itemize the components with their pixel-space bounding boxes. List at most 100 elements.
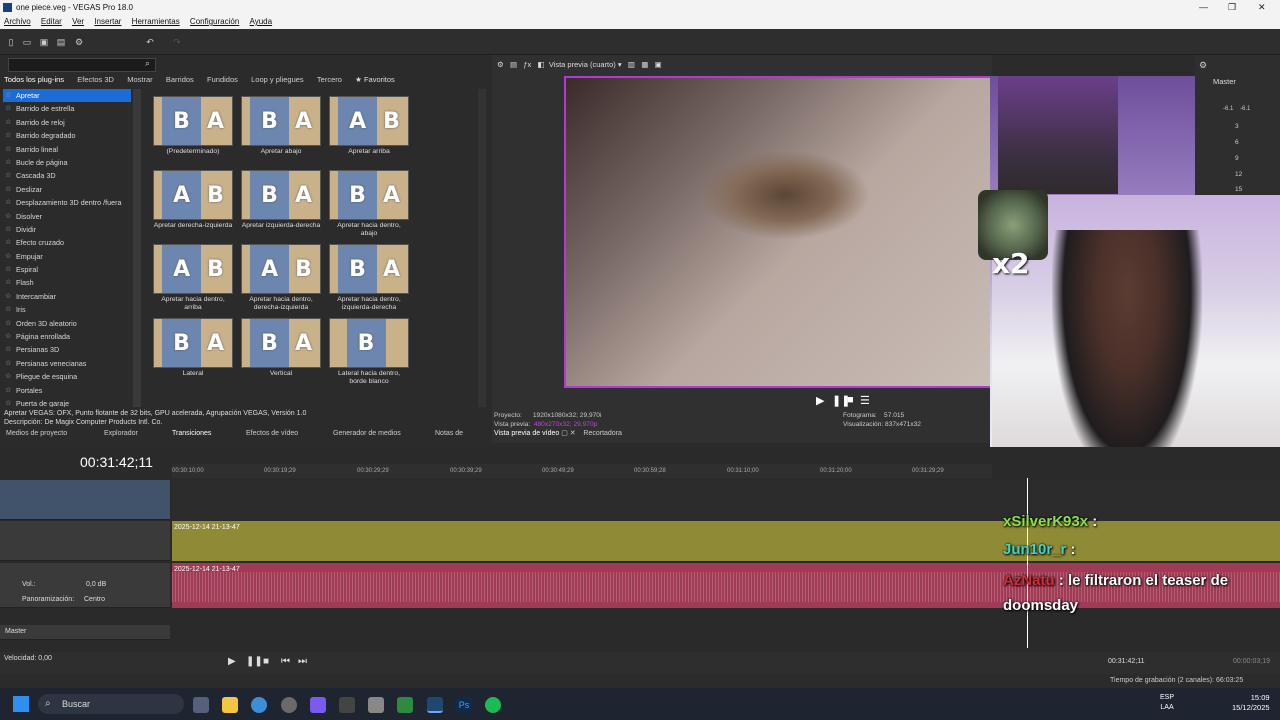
plugin-search-input[interactable]: [8, 58, 156, 72]
volume-value[interactable]: 0,0 dB: [86, 581, 106, 588]
timeline-stop-button[interactable]: ■: [263, 656, 269, 667]
playhead-cursor[interactable]: [1027, 478, 1028, 648]
split-screen-icon[interactable]: ◧: [538, 60, 545, 69]
tab-3d-effects[interactable]: Efectos 3D: [77, 75, 114, 84]
audio-track-header[interactable]: Vol.: 0,0 dB Panoramización: Centro: [0, 563, 170, 608]
tab-third-party[interactable]: Tercero: [317, 75, 342, 84]
settings-icon[interactable]: [281, 697, 297, 713]
tab-video-preview[interactable]: Vista previa de vídeo: [494, 430, 559, 437]
tab-show[interactable]: Mostrar: [127, 75, 152, 84]
transition-list-item[interactable]: Página enrollada: [3, 330, 131, 343]
play-button[interactable]: ▶: [816, 394, 824, 407]
transition-list-item[interactable]: Persianas 3D: [3, 343, 131, 356]
stop-button[interactable]: ■: [847, 394, 854, 406]
preview-quality-dropdown[interactable]: Vista previa (cuarto): [549, 60, 616, 69]
go-to-start-button[interactable]: ⏮: [281, 656, 290, 667]
tab-notes[interactable]: Notas de: [435, 430, 463, 437]
menu-archivo[interactable]: Archivo: [4, 17, 31, 26]
save-snapshot-icon[interactable]: ▣: [655, 60, 662, 69]
new-file-icon[interactable]: ▯: [6, 37, 16, 47]
transition-list-item[interactable]: Empujar: [3, 250, 131, 263]
transitions-list-scrollbar[interactable]: [133, 89, 141, 407]
transition-list-item[interactable]: Intercambiar: [3, 290, 131, 303]
system-clock[interactable]: 15:09 15/12/2025: [1232, 693, 1270, 713]
transition-list-item[interactable]: Barrido degradado: [3, 129, 131, 142]
minimize-button[interactable]: —: [1199, 2, 1208, 12]
go-to-end-button[interactable]: ⏭: [298, 656, 307, 667]
transition-preset[interactable]: B A Apretar abajo: [241, 96, 321, 168]
settings-gear-icon[interactable]: ⚙: [74, 37, 84, 47]
preview-device-icon[interactable]: ▤: [510, 60, 517, 69]
xbox-icon[interactable]: [397, 697, 413, 713]
transition-list-item[interactable]: Portales: [3, 384, 131, 397]
transition-list-item[interactable]: Puerta de garaje: [3, 397, 131, 407]
transition-list-item[interactable]: Desplazamiento 3D dentro /fuera: [3, 196, 131, 209]
timeline-play-button[interactable]: ▶: [228, 656, 236, 667]
transition-preset[interactable]: B A Vertical: [241, 318, 321, 390]
timeline-ruler[interactable]: 00:30:10;00 00:30:19;29 00:30:29;29 00:3…: [172, 464, 992, 478]
chrome-icon[interactable]: [251, 697, 267, 713]
tab-project-media[interactable]: Medios de proyecto: [6, 430, 67, 437]
transition-list-item[interactable]: Efecto cruzado: [3, 236, 131, 249]
tab-transitions[interactable]: Transiciones: [172, 430, 211, 437]
master-settings-icon[interactable]: ⚙: [1199, 60, 1207, 71]
transition-list-item[interactable]: Cascada 3D: [3, 169, 131, 182]
tab-trimmer[interactable]: Recortadora: [583, 430, 622, 437]
pan-value[interactable]: Centro: [84, 596, 105, 603]
transition-preset[interactable]: A B Apretar arriba: [329, 96, 409, 168]
transition-list-item[interactable]: Iris: [3, 303, 131, 316]
transition-list-item[interactable]: Barrido de reloj: [3, 116, 131, 129]
save-icon[interactable]: ▣: [39, 37, 49, 47]
spotify-icon[interactable]: [485, 697, 501, 713]
transition-list-item[interactable]: Barrido de estrella: [3, 102, 131, 115]
transition-list-item[interactable]: Espiral: [3, 263, 131, 276]
undo-icon[interactable]: ↶: [145, 37, 155, 47]
copy-snapshot-icon[interactable]: ▦: [641, 60, 648, 69]
vegas-taskbar-icon[interactable]: [427, 697, 443, 713]
photoshop-icon[interactable]: Ps: [456, 697, 472, 713]
tab-fades[interactable]: Fundidos: [207, 75, 238, 84]
preview-settings-icon[interactable]: ⚙: [497, 60, 504, 69]
menu-ayuda[interactable]: Ayuda: [250, 17, 273, 26]
presets-scrollbar[interactable]: [478, 89, 486, 407]
tab-favorites[interactable]: ★ Favoritos: [355, 75, 395, 84]
tab-media-generators[interactable]: Generador de medios: [333, 430, 401, 437]
tab-explorer[interactable]: Explorador: [104, 430, 138, 437]
menu-insertar[interactable]: Insertar: [94, 17, 121, 26]
transition-preset[interactable]: A B Apretar derecha-izquierda: [153, 170, 233, 242]
obs-icon[interactable]: [339, 697, 355, 713]
menu-ver[interactable]: Ver: [72, 17, 84, 26]
transition-list-item[interactable]: Bucle de página: [3, 156, 131, 169]
transition-preset[interactable]: A B Apretar hacia dentro, derecha-izquierd…: [241, 244, 321, 316]
master-track-header[interactable]: Master: [0, 625, 170, 640]
transition-preset[interactable]: A B Apretar hacia dentro, arriba: [153, 244, 233, 316]
tab-all-plugins[interactable]: Todos los plug-ins: [4, 75, 64, 84]
app-icon[interactable]: [368, 697, 384, 713]
transition-list-item[interactable]: Pliegue de esquina: [3, 370, 131, 383]
file-explorer-icon[interactable]: [222, 697, 238, 713]
menu-configuracion[interactable]: Configuración: [190, 17, 239, 26]
transition-preset[interactable]: B A Apretar izquierda-derecha: [241, 170, 321, 242]
discord-icon[interactable]: [310, 697, 326, 713]
windows-start-icon[interactable]: [13, 696, 29, 712]
transition-list-item[interactable]: Barrido lineal: [3, 143, 131, 156]
menu-editar[interactable]: Editar: [41, 17, 62, 26]
transition-list-item[interactable]: Disolver: [3, 210, 131, 223]
open-folder-icon[interactable]: ▭: [22, 37, 32, 47]
video-track-2-header[interactable]: [0, 521, 170, 561]
maximize-button[interactable]: ❐: [1228, 2, 1236, 13]
video-track-1[interactable]: [172, 480, 1280, 520]
timeline-pause-button[interactable]: ❚❚: [246, 656, 263, 667]
transition-list-item[interactable]: Orden 3D aleatorio: [3, 317, 131, 330]
tab-video-fx[interactable]: Efectos de vídeo: [246, 430, 298, 437]
preview-menu-icon[interactable]: ☰: [860, 394, 870, 407]
language-indicator[interactable]: ESP LAA: [1160, 693, 1174, 713]
video-track-1-header[interactable]: [0, 480, 170, 520]
transition-preset[interactable]: B A (Predeterminado): [153, 96, 233, 168]
transition-list-item[interactable]: Apretar: [3, 89, 131, 103]
transition-list-item[interactable]: Deslizar: [3, 183, 131, 196]
transition-preset[interactable]: B A Lateral: [153, 318, 233, 390]
close-button[interactable]: ✕: [1258, 2, 1266, 13]
render-icon[interactable]: ▤: [56, 37, 66, 47]
overlays-icon[interactable]: ▥: [628, 60, 635, 69]
